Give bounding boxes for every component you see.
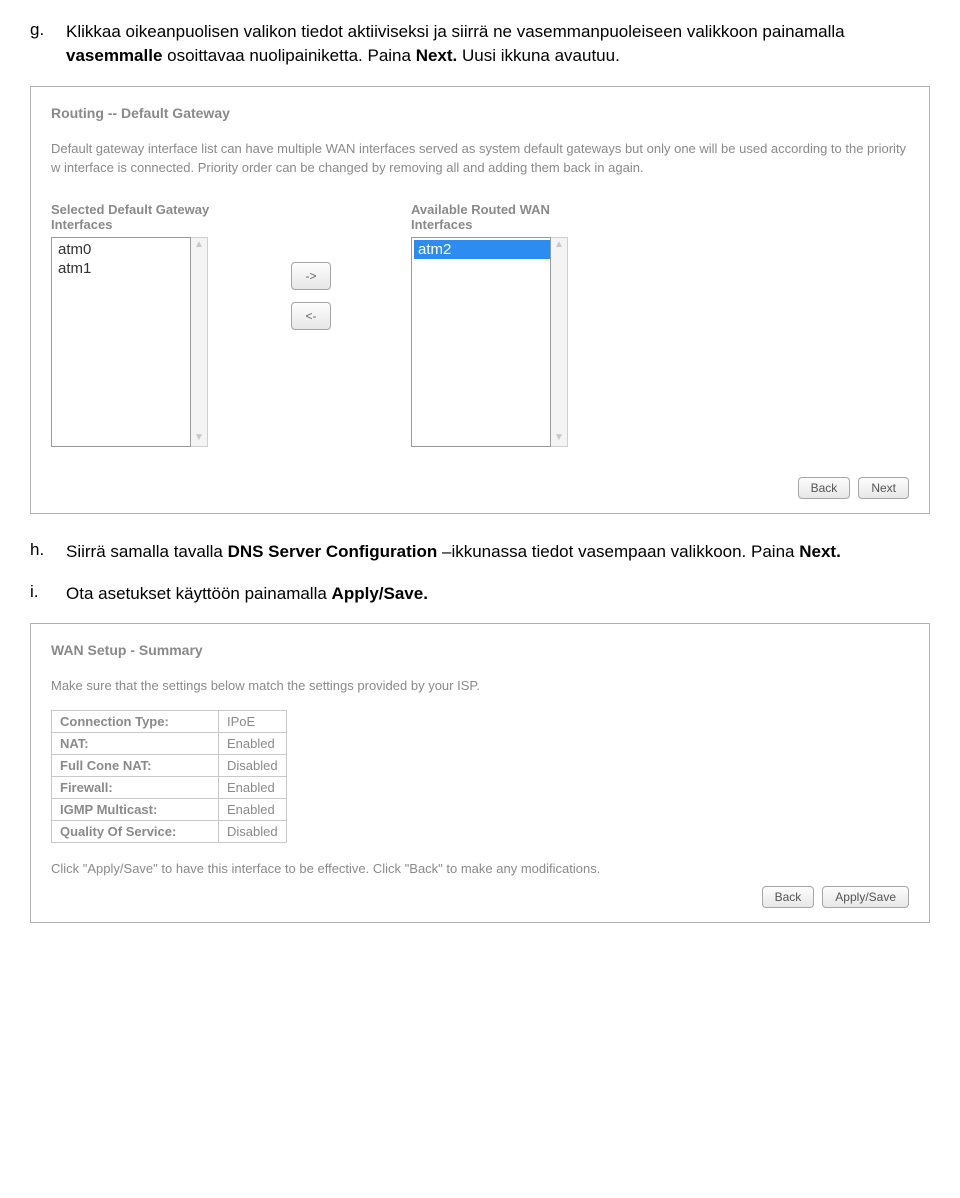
- column-header: Available Routed WAN Interfaces: [411, 202, 611, 233]
- scroll-down-icon[interactable]: ▼: [191, 431, 207, 446]
- selected-gateway-column: Selected Default Gateway Interfaces atm0…: [51, 202, 251, 447]
- column-header: Selected Default Gateway Interfaces: [51, 202, 251, 233]
- back-button[interactable]: Back: [798, 477, 851, 499]
- text-bold: vasemmalle: [66, 46, 162, 65]
- text-bold: Next.: [799, 542, 841, 561]
- scroll-up-icon[interactable]: ▲: [191, 238, 207, 253]
- panel-footer-text: Click "Apply/Save" to have this interfac…: [51, 861, 909, 876]
- summary-key: NAT:: [52, 732, 219, 754]
- panel-footer-buttons: Back Apply/Save: [51, 886, 909, 908]
- table-row: IGMP Multicast:Enabled: [52, 798, 287, 820]
- panel-footer-buttons: Back Next: [51, 477, 909, 499]
- list-item[interactable]: atm1: [54, 259, 190, 279]
- table-row: Connection Type:IPoE: [52, 710, 287, 732]
- summary-key: Full Cone NAT:: [52, 754, 219, 776]
- apply-save-button[interactable]: Apply/Save: [822, 886, 909, 908]
- scrollbar[interactable]: ▲ ▼: [551, 237, 568, 447]
- text-part: Siirrä samalla tavalla: [66, 542, 228, 561]
- step-letter: g.: [30, 20, 66, 68]
- text-part: Uusi ikkuna avautuu.: [457, 46, 620, 65]
- table-row: Quality Of Service:Disabled: [52, 820, 287, 842]
- summary-value: Enabled: [219, 798, 287, 820]
- summary-table: Connection Type:IPoE NAT:Enabled Full Co…: [51, 710, 287, 843]
- list-item[interactable]: atm2: [414, 240, 550, 260]
- summary-key: IGMP Multicast:: [52, 798, 219, 820]
- header-line: Interfaces: [411, 217, 472, 232]
- table-row: Full Cone NAT:Disabled: [52, 754, 287, 776]
- instruction-step-g: g. Klikkaa oikeanpuolisen valikon tiedot…: [30, 20, 930, 68]
- summary-key: Connection Type:: [52, 710, 219, 732]
- move-right-button[interactable]: ->: [291, 262, 331, 290]
- listbox-wrap: atm0 atm1 ▲ ▼: [51, 237, 251, 447]
- table-row: Firewall:Enabled: [52, 776, 287, 798]
- panel-description: Default gateway interface list can have …: [51, 139, 909, 178]
- step-text: Siirrä samalla tavalla DNS Server Config…: [66, 540, 930, 564]
- header-line: Selected Default Gateway: [51, 202, 209, 217]
- text-part: osoittavaa nuolipainiketta. Paina: [162, 46, 415, 65]
- move-left-button[interactable]: <-: [291, 302, 331, 330]
- summary-value: IPoE: [219, 710, 287, 732]
- text-part: –ikkunassa tiedot vasempaan valikkoon. P…: [437, 542, 799, 561]
- table-row: NAT:Enabled: [52, 732, 287, 754]
- scroll-up-icon[interactable]: ▲: [551, 238, 567, 253]
- summary-value: Disabled: [219, 754, 287, 776]
- routing-panel: Routing -- Default Gateway Default gatew…: [30, 86, 930, 514]
- text-bold: Apply/Save.: [332, 584, 428, 603]
- panel-description: Make sure that the settings below match …: [51, 676, 909, 696]
- summary-key: Quality Of Service:: [52, 820, 219, 842]
- interface-transfer-row: Selected Default Gateway Interfaces atm0…: [51, 202, 909, 447]
- text-part: Klikkaa oikeanpuolisen valikon tiedot ak…: [66, 22, 845, 41]
- scroll-down-icon[interactable]: ▼: [551, 431, 567, 446]
- step-letter: i.: [30, 582, 66, 606]
- available-wan-listbox[interactable]: atm2: [411, 237, 551, 447]
- panel-title: WAN Setup - Summary: [51, 642, 909, 658]
- text-bold: DNS Server Configuration: [228, 542, 438, 561]
- list-item[interactable]: atm0: [54, 240, 190, 260]
- transfer-buttons: -> <-: [291, 262, 331, 330]
- next-button[interactable]: Next: [858, 477, 909, 499]
- available-wan-column: Available Routed WAN Interfaces atm2 ▲ ▼: [411, 202, 611, 447]
- text-part: Ota asetukset käyttöön painamalla: [66, 584, 332, 603]
- header-line: Available Routed WAN: [411, 202, 550, 217]
- instruction-step-i: i. Ota asetukset käyttöön painamalla App…: [30, 582, 930, 606]
- listbox-wrap: atm2 ▲ ▼: [411, 237, 611, 447]
- panel-title: Routing -- Default Gateway: [51, 105, 909, 121]
- summary-value: Enabled: [219, 776, 287, 798]
- back-button[interactable]: Back: [762, 886, 815, 908]
- instruction-step-h: h. Siirrä samalla tavalla DNS Server Con…: [30, 540, 930, 564]
- header-line: Interfaces: [51, 217, 112, 232]
- step-text: Ota asetukset käyttöön painamalla Apply/…: [66, 582, 930, 606]
- selected-gateway-listbox[interactable]: atm0 atm1: [51, 237, 191, 447]
- scrollbar[interactable]: ▲ ▼: [191, 237, 208, 447]
- summary-key: Firewall:: [52, 776, 219, 798]
- summary-value: Enabled: [219, 732, 287, 754]
- text-bold: Next.: [416, 46, 458, 65]
- wan-summary-panel: WAN Setup - Summary Make sure that the s…: [30, 623, 930, 923]
- step-letter: h.: [30, 540, 66, 564]
- summary-value: Disabled: [219, 820, 287, 842]
- step-text: Klikkaa oikeanpuolisen valikon tiedot ak…: [66, 20, 930, 68]
